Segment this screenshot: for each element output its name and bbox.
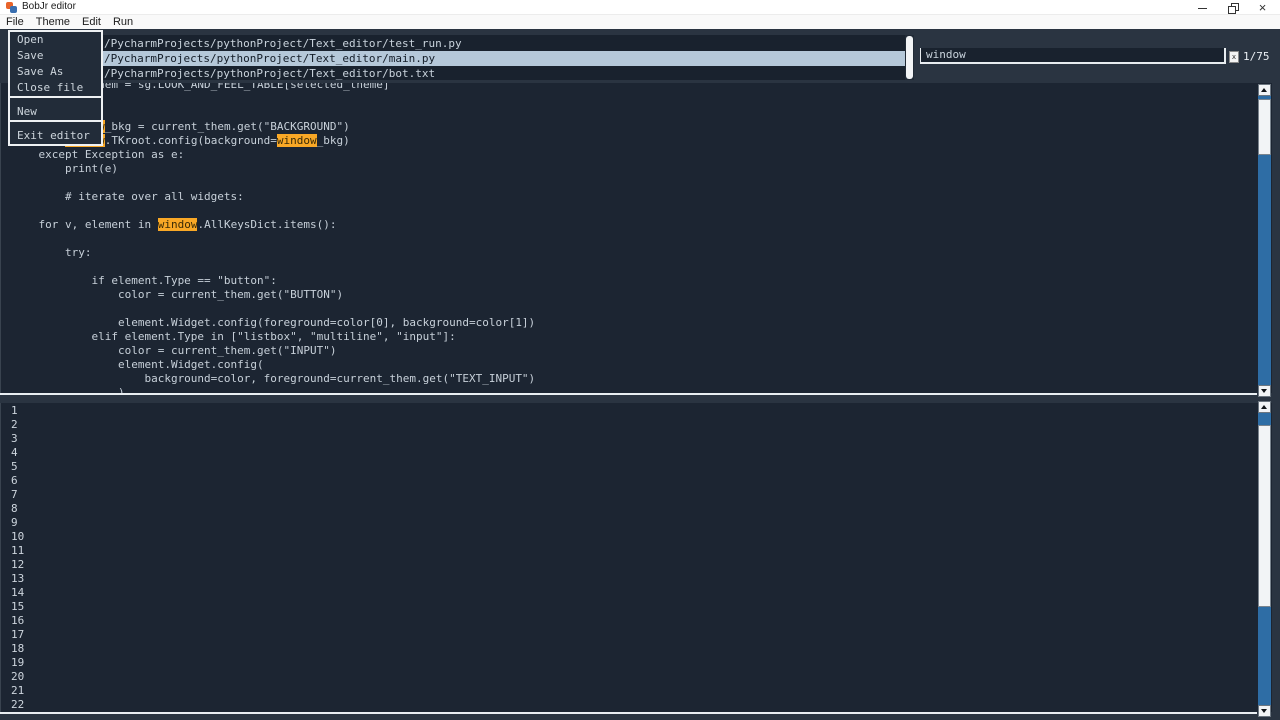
line-number: 14	[1, 586, 1272, 600]
line-number: 8	[1, 502, 1272, 516]
line-number: 12	[1, 558, 1272, 572]
menu-item-new[interactable]: New	[10, 104, 101, 120]
code-line: color = current_them.get("INPUT")	[12, 344, 535, 358]
editor-scroll-up-button[interactable]	[1258, 84, 1271, 96]
code-line	[12, 176, 535, 190]
line-number: 9	[1, 516, 1272, 530]
code-line: try:	[12, 246, 535, 260]
line-number: 19	[1, 656, 1272, 670]
search-match-highlight: window	[158, 218, 198, 231]
app-icon	[6, 2, 17, 13]
code-line: except Exception as e:	[12, 148, 535, 162]
line-number: 18	[1, 642, 1272, 656]
code-line: print(e)	[12, 162, 535, 176]
menu-item-save-as[interactable]: Save As	[10, 64, 101, 80]
file-list-item[interactable]: /PycharmProjects/pythonProject/Text_edit…	[101, 36, 905, 51]
line-number: 4	[1, 446, 1272, 460]
file-list-scrollbar-thumb[interactable]	[906, 36, 913, 79]
open-files-list[interactable]: /PycharmProjects/pythonProject/Text_edit…	[101, 35, 905, 80]
menu-group: New	[10, 98, 101, 120]
editor-scrollbar-thumb[interactable]	[1258, 99, 1271, 155]
search-clear-button[interactable]: x	[1229, 51, 1239, 63]
menu-item-save[interactable]: Save	[10, 48, 101, 64]
code-line: element.Widget.config(	[12, 358, 535, 372]
code-line: element.Widget.config(foreground=color[0…	[12, 316, 535, 330]
menu-group: OpenSaveSave AsClose file	[10, 32, 101, 96]
menubar-item-edit[interactable]: Edit	[76, 15, 107, 28]
line-number: 2	[1, 418, 1272, 432]
line-number: 3	[1, 432, 1272, 446]
menubar-item-theme[interactable]: Theme	[30, 15, 76, 28]
code-line	[12, 204, 535, 218]
code-editor[interactable]: current_them = sg.LOOK_AND_FEEL_TABLE[se…	[0, 83, 1272, 393]
line-number: 17	[1, 628, 1272, 642]
file-list-item[interactable]: /PycharmProjects/pythonProject/Text_edit…	[101, 51, 905, 66]
search-match-counter: 1/75	[1243, 50, 1270, 63]
secondary-scroll-up-button[interactable]	[1258, 401, 1271, 413]
menu-group: Exit editor	[10, 122, 101, 144]
code-line: elif element.Type in ["listbox", "multil…	[12, 330, 535, 344]
menubar-item-run[interactable]: Run	[107, 15, 139, 28]
line-number: 22	[1, 698, 1272, 712]
title-bar: BobJr editor ×	[0, 0, 1280, 14]
secondary-editor-bottom-border	[0, 712, 1257, 714]
menubar-item-file[interactable]: File	[0, 15, 30, 28]
code-line: background=color, foreground=current_the…	[12, 372, 535, 386]
file-menu: OpenSaveSave AsClose file New Exit editor	[8, 30, 103, 146]
window-title: BobJr editor	[22, 1, 76, 12]
line-number: 6	[1, 474, 1272, 488]
menu-item-open[interactable]: Open	[10, 32, 101, 48]
main-content: /PycharmProjects/pythonProject/Text_edit…	[0, 29, 1280, 720]
code-line	[12, 232, 535, 246]
code-line: if element.Type == "button":	[12, 274, 535, 288]
close-button[interactable]: ×	[1256, 1, 1269, 14]
file-list-scrollbar[interactable]	[905, 35, 914, 80]
editor-bottom-border	[0, 393, 1257, 395]
line-number: 16	[1, 614, 1272, 628]
search-input[interactable]	[920, 48, 1226, 64]
search-match-highlight: window	[277, 134, 317, 147]
code-line: )	[12, 386, 535, 393]
minimize-button[interactable]	[1196, 1, 1209, 14]
line-number: 10	[1, 530, 1272, 544]
code-line: for v, element in window.AllKeysDict.ite…	[12, 218, 535, 232]
editor-scroll-down-button[interactable]	[1258, 385, 1271, 397]
menu-bar: FileThemeEditRun	[0, 14, 1280, 29]
line-number: 5	[1, 460, 1272, 474]
code-line	[12, 260, 535, 274]
line-number: 21	[1, 684, 1272, 698]
code-line	[12, 302, 535, 316]
code-line: color = current_them.get("BUTTON")	[12, 288, 535, 302]
line-number: 1	[1, 404, 1272, 418]
secondary-editor-scrollbar[interactable]	[1258, 401, 1271, 717]
line-number: 20	[1, 670, 1272, 684]
app-window: { "window": { "title": "BobJr editor" },…	[0, 0, 1280, 720]
menu-item-close-file[interactable]: Close file	[10, 80, 101, 96]
line-number: 11	[1, 544, 1272, 558]
line-number: 7	[1, 488, 1272, 502]
file-list-item[interactable]: /PycharmProjects/pythonProject/Text_edit…	[101, 66, 905, 81]
code-line: # iterate over all widgets:	[12, 190, 535, 204]
menu-item-exit-editor[interactable]: Exit editor	[10, 128, 101, 144]
secondary-editor[interactable]: 12345678910111213141516171819202122	[0, 403, 1272, 712]
editor-scrollbar[interactable]	[1258, 84, 1271, 397]
secondary-scroll-down-button[interactable]	[1258, 705, 1271, 717]
restore-button[interactable]	[1226, 1, 1239, 14]
line-number: 13	[1, 572, 1272, 586]
line-number: 15	[1, 600, 1272, 614]
secondary-editor-scrollbar-thumb[interactable]	[1258, 425, 1271, 607]
